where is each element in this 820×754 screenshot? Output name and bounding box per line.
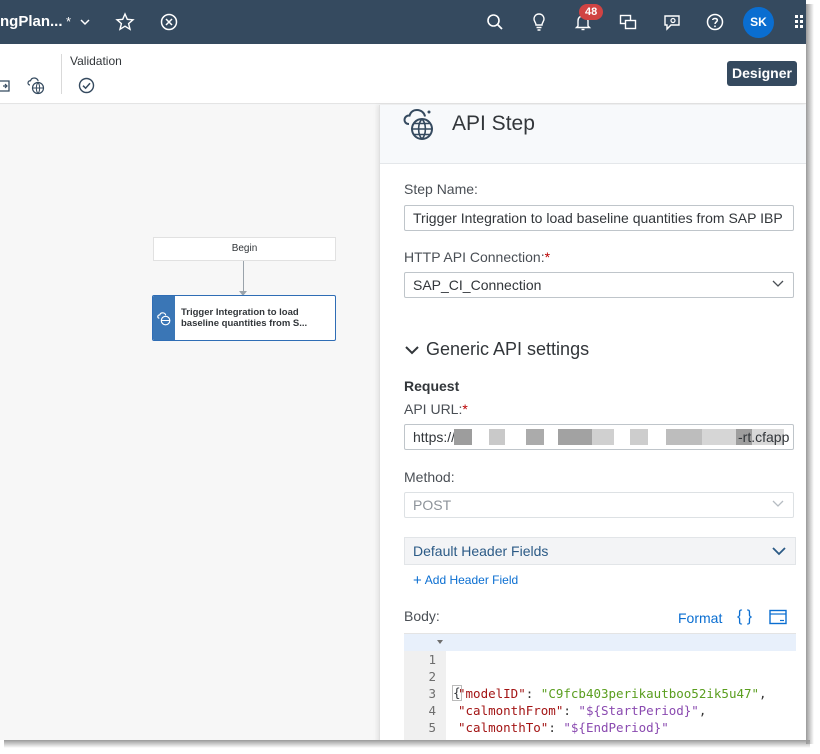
step-node-side (153, 296, 175, 340)
check-circle-icon[interactable] (78, 77, 95, 94)
request-label: Request (404, 378, 460, 394)
plus-icon: + (413, 572, 422, 589)
api-step-node[interactable]: Trigger Integration to load baseline qua… (152, 295, 336, 341)
avatar[interactable]: SK (743, 7, 774, 38)
generic-api-settings-toggle[interactable]: Generic API settings (404, 339, 589, 360)
shell-bar: ngPlan... * 48 SK (0, 0, 806, 44)
section-title: Generic API settings (426, 339, 590, 359)
star-icon[interactable] (115, 12, 135, 32)
api-url-suffix: -rt.cfapp (738, 429, 790, 445)
flow-canvas[interactable]: Begin Trigger Integration to load baseli… (0, 105, 380, 740)
flow-connector (243, 261, 244, 293)
api-url-label: API URL:* (404, 401, 468, 417)
window-shadow-right (806, 4, 814, 744)
api-url-prefix: https:// (413, 429, 456, 445)
toolbar-separator (61, 54, 62, 94)
code-line: 2 "modelID": "C9fcb403perikautboo52ik5u4… (428, 669, 767, 701)
code-line: 3 "calmonthFrom": "${StartPeriod}", (428, 686, 707, 718)
app-title[interactable]: ngPlan... (0, 13, 63, 30)
add-header-field-button[interactable]: + Add Header Field (413, 572, 518, 589)
method-value: POST (413, 497, 452, 513)
app-window: ngPlan... * 48 SK Validation Designer Be… (0, 0, 806, 740)
connection-label: HTTP API Connection:* (404, 249, 551, 265)
braces-button[interactable]: { } (737, 608, 752, 626)
connection-select[interactable]: SAP_CI_Connection (404, 272, 794, 298)
product-switch-icon[interactable] (795, 15, 806, 29)
default-header-fields-toggle[interactable]: Default Header Fields (404, 537, 796, 565)
fold-icon[interactable] (437, 640, 443, 644)
step-node-label: Trigger Integration to load baseline qua… (181, 307, 308, 329)
method-label: Method: (404, 469, 455, 485)
chevron-down-icon (772, 280, 784, 287)
window-shadow-bottom (4, 740, 810, 748)
search-icon[interactable] (485, 12, 505, 32)
code-line: 1 { (404, 634, 796, 701)
api-step-panel: API Step Step Name: Trigger Integration … (379, 105, 806, 740)
code-line: 6 } (404, 719, 796, 740)
cancel-circle-icon[interactable] (159, 12, 179, 32)
feedback-icon[interactable] (618, 12, 638, 32)
body-code-editor[interactable]: 1 { 2 "modelID": "C9fcb403perikautboo52i… (404, 633, 796, 740)
code-line: 5 (428, 720, 436, 735)
import-icon[interactable] (0, 78, 12, 94)
step-name-label: Step Name: (404, 181, 478, 197)
chevron-down-icon[interactable] (79, 13, 91, 31)
chevron-down-icon (405, 346, 419, 355)
body-label: Body: (404, 608, 440, 624)
step-name-input[interactable]: Trigger Integration to load baseline qua… (404, 205, 794, 231)
api-step-icon (403, 108, 433, 140)
notification-badge: 48 (579, 4, 604, 20)
designer-button[interactable]: Designer (727, 61, 797, 86)
method-select[interactable]: POST (404, 492, 794, 518)
connection-value: SAP_CI_Connection (413, 277, 542, 293)
api-step-icon[interactable] (27, 77, 45, 95)
expand-editor-icon[interactable] (769, 609, 787, 625)
api-step-icon (157, 312, 171, 326)
validation-label: Validation (70, 54, 122, 68)
begin-node[interactable]: Begin (153, 237, 336, 261)
help-icon[interactable] (705, 12, 725, 32)
header-fields-label: Default Header Fields (413, 543, 549, 559)
toolbar: Validation Designer (0, 44, 806, 104)
lightbulb-icon[interactable] (529, 12, 549, 32)
chat-icon[interactable] (662, 12, 682, 32)
panel-title: API Step (452, 112, 535, 135)
code-line: 4 "calmonthTo": "${EndPeriod}" (428, 703, 669, 735)
panel-header: API Step (380, 105, 806, 164)
chevron-down-icon (772, 500, 784, 507)
modified-marker: * (66, 14, 72, 29)
chevron-down-icon (772, 547, 786, 556)
format-link[interactable]: Format (678, 610, 722, 626)
api-url-input[interactable]: https:// -rt.cfapp (404, 424, 794, 450)
